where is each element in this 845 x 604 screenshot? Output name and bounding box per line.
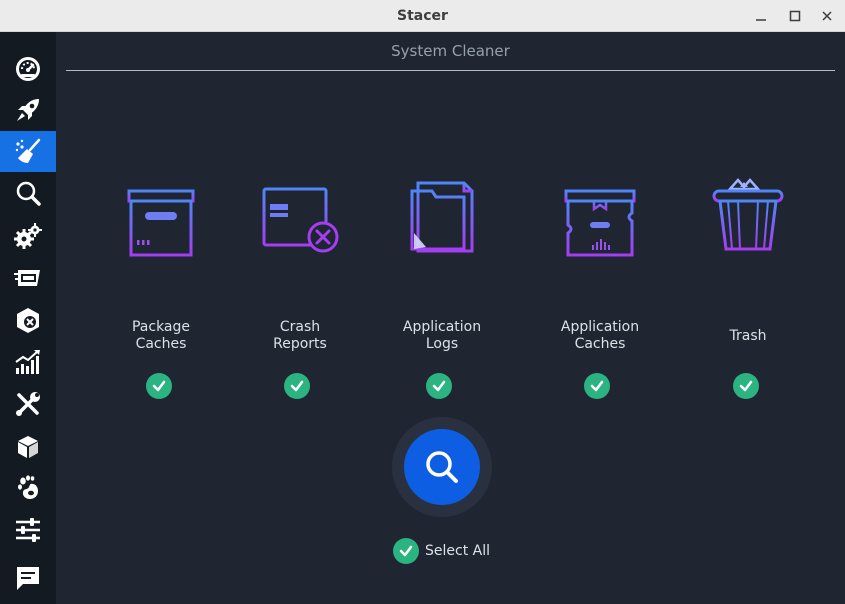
sidebar-item-apt-repository[interactable] [0, 425, 56, 466]
processes-icon [14, 269, 40, 286]
trash-icon [712, 178, 784, 251]
search-icon [426, 451, 458, 483]
check-icon [152, 380, 166, 392]
sidebar-item-settings[interactable] [0, 509, 56, 550]
package-caches-icon [127, 189, 195, 257]
application-caches-checkbox[interactable] [584, 373, 610, 399]
sidebar-item-startup-apps[interactable] [0, 89, 56, 130]
system-cleaner-panel: System Cleaner Package Caches Crash Repo… [56, 32, 845, 604]
check-icon [432, 380, 446, 392]
broom-icon [15, 138, 41, 163]
sidebar-item-feedback[interactable] [0, 557, 56, 598]
box-icon [18, 435, 38, 458]
crash-reports-icon [262, 187, 339, 253]
select-all-checkbox[interactable] [393, 538, 419, 564]
category-label: Crash Reports [273, 319, 327, 352]
window-title: Stacer [397, 8, 448, 24]
sidebar-item-dashboard[interactable] [0, 47, 56, 88]
application-logs-icon [410, 181, 474, 253]
check-icon [290, 380, 304, 392]
sidebar-item-system-cleaner[interactable] [0, 131, 56, 172]
close-icon [822, 11, 832, 21]
scan-button[interactable] [404, 429, 480, 505]
minimize-icon [756, 19, 766, 21]
chat-icon [17, 566, 39, 590]
category-label: Application Caches [560, 319, 640, 352]
close-button[interactable] [817, 6, 837, 26]
check-icon [590, 380, 604, 392]
sidebar-item-services[interactable] [0, 215, 56, 256]
category-label: Trash [729, 328, 767, 344]
title-divider [66, 70, 835, 71]
check-icon [399, 545, 413, 557]
tools-icon [16, 391, 40, 416]
category-label: Package Caches [131, 319, 191, 352]
category-label: Application Logs [402, 319, 482, 352]
application-logs-checkbox[interactable] [426, 373, 452, 399]
sidebar-item-resources[interactable] [0, 341, 56, 382]
sidebar-item-search[interactable] [0, 173, 56, 214]
search-icon [16, 181, 41, 206]
speedometer-icon [16, 56, 40, 81]
application-caches-icon [564, 185, 636, 257]
gears-icon [14, 222, 42, 249]
page-title: System Cleaner [391, 42, 510, 60]
title-bar: Stacer [0, 0, 845, 32]
package-caches-checkbox[interactable] [146, 373, 172, 399]
sidebar-item-gnome-settings[interactable] [0, 467, 56, 508]
sliders-icon [16, 517, 40, 542]
rocket-icon [17, 98, 39, 121]
sidebar-item-helpers[interactable] [0, 383, 56, 424]
check-icon [739, 380, 753, 392]
select-all-label: Select All [425, 543, 490, 559]
sidebar-item-uninstaller[interactable] [0, 299, 56, 340]
crash-reports-checkbox[interactable] [284, 373, 310, 399]
trash-checkbox[interactable] [733, 373, 759, 399]
minimize-button[interactable] [751, 6, 771, 26]
scan-button-ring [392, 417, 492, 517]
sidebar [0, 32, 56, 604]
maximize-icon [789, 10, 801, 22]
maximize-button[interactable] [785, 6, 805, 26]
gnome-foot-icon [18, 474, 39, 499]
sidebar-item-processes[interactable] [0, 257, 56, 298]
select-all[interactable]: Select All [393, 538, 490, 564]
chart-icon [15, 349, 40, 374]
package-icon [17, 307, 39, 333]
